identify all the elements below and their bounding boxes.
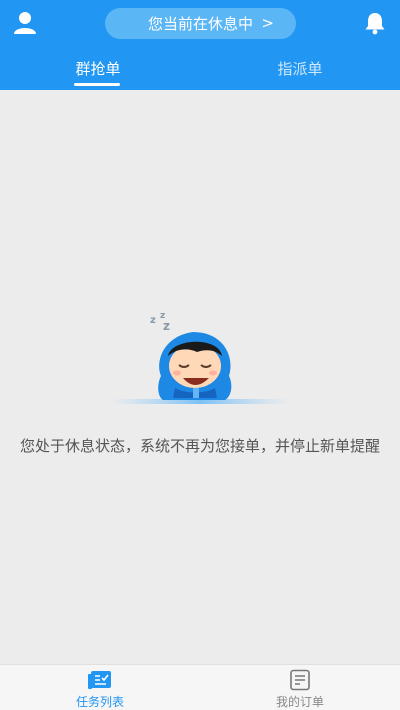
user-icon[interactable] <box>12 10 38 36</box>
bottom-navigation: 任务列表 我的订单 <box>0 664 400 710</box>
bell-icon[interactable] <box>364 11 386 35</box>
order-tabs: 群抢单 指派单 <box>0 54 400 90</box>
chevron-right-icon: > <box>261 14 274 32</box>
svg-text:z: z <box>163 319 170 333</box>
order-icon <box>287 669 313 691</box>
nav-task-list-label: 任务列表 <box>75 695 124 709</box>
nav-my-orders[interactable]: 我的订单 <box>200 665 400 710</box>
rest-status-label: 您当前在休息中 <box>147 15 253 33</box>
tab-group-grab[interactable]: 群抢单 <box>38 58 158 79</box>
sleeping-mascot-illustration: z z z <box>105 296 295 410</box>
svg-text:z: z <box>150 315 156 326</box>
nav-task-list[interactable]: 任务列表 <box>0 665 200 710</box>
rest-status-button[interactable]: 您当前在休息中 > <box>105 8 296 39</box>
task-list-icon <box>87 669 113 691</box>
nav-my-orders-label: 我的订单 <box>275 695 324 709</box>
rest-status-message: 您处于休息状态，系统不再为您接单，并停止新单提醒 <box>20 437 381 455</box>
active-tab-indicator <box>74 83 120 86</box>
top-header: 您当前在休息中 > 群抢单 指派单 <box>0 0 400 90</box>
tab-assigned[interactable]: 指派单 <box>240 58 360 79</box>
